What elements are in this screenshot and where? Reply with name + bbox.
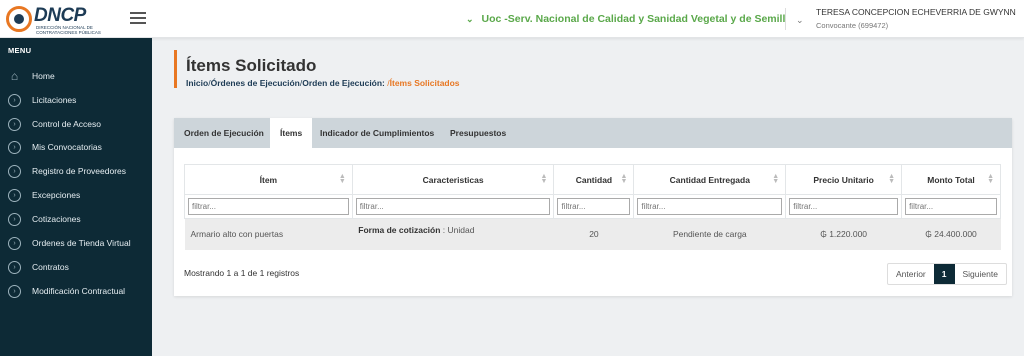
sidebar: MENU ⌂ Home › Licitaciones › Control de Acc… [0, 38, 152, 356]
home-icon: ⌂ [10, 69, 19, 83]
tab-indicador[interactable]: Indicador de Cumplimientos [310, 118, 444, 148]
breadcrumb-orden[interactable]: Orden de Ejecución: [302, 78, 385, 88]
user-name: TERESA CONCEPCION ECHEVERRIA DE GWYNN [816, 7, 1016, 17]
cell-item: Armario alto con puertas [184, 218, 353, 250]
sidebar-item-label: Modificación Contractual [32, 286, 126, 296]
cell-monto: ₲ 24.400.000 [901, 218, 1001, 250]
chevron-down-icon: ⌄ [466, 14, 474, 24]
sidebar-item-licitaciones[interactable]: › Licitaciones [8, 91, 148, 109]
circle-chevron-icon: › [8, 140, 21, 154]
pagination: Anterior 1 Siguiente [887, 263, 1007, 285]
sidebar-item-label: Excepciones [32, 190, 81, 200]
filter-entregada-input[interactable] [637, 198, 783, 215]
filter-item-input[interactable] [188, 198, 349, 215]
tab-items[interactable]: Ítems [270, 118, 313, 148]
sidebar-item-label: Registro de Proveedores [32, 166, 127, 176]
filter-cantidad-input[interactable] [557, 198, 631, 215]
top-bar: DNCP DIRECCIÓN NACIONAL DE CONTRATACIONE… [0, 0, 1024, 38]
circle-chevron-icon: › [8, 188, 21, 202]
col-header-monto-total[interactable]: Monto Total ▲ ▼ [901, 164, 1001, 195]
feature-label: Forma de cotización [358, 225, 441, 235]
sort-icon: ▲ ▼ [540, 173, 548, 185]
tab-bar: Orden de Ejecución Ítems Indicador de Cu… [174, 118, 1012, 148]
prev-page-button[interactable]: Anterior [888, 264, 934, 284]
cell-precio: ₲ 1.220.000 [785, 218, 902, 250]
sort-icon: ▲ ▼ [772, 173, 780, 185]
col-header-cantidad[interactable]: Cantidad ▲ ▼ [553, 164, 635, 195]
sidebar-item-label: Control de Acceso [32, 119, 101, 129]
sidebar-item-mis-convocatorias[interactable]: › Mis Convocatorias [8, 138, 148, 156]
sidebar-item-label: Cotizaciones [32, 214, 81, 224]
sort-icon: ▲ ▼ [987, 173, 994, 185]
filter-monto-input[interactable] [905, 198, 997, 215]
sort-icon: ▲ ▼ [338, 173, 346, 185]
sidebar-item-registro-proveedores[interactable]: › Registro de Proveedores [8, 162, 148, 180]
table-row: Armario alto con puertas Forma de cotiza… [184, 218, 1001, 250]
filter-caracteristicas-input[interactable] [355, 198, 551, 215]
sidebar-item-modificacion[interactable]: › Modificación Contractual [8, 282, 148, 300]
breadcrumb-current: Ítems Solicitados [389, 78, 460, 88]
next-page-button[interactable]: Siguiente [955, 264, 1006, 284]
logo-text: DNCP [34, 5, 86, 26]
sidebar-item-label: Ordenes de Tienda Virtual [32, 238, 131, 248]
header-divider [785, 8, 786, 30]
menu-toggle-icon[interactable] [130, 12, 146, 24]
circle-chevron-icon: › [8, 284, 21, 298]
dncp-logo[interactable]: DNCP DIRECCIÓN NACIONAL DE CONTRATACIONE… [6, 4, 116, 35]
items-card: Orden de Ejecución Ítems Indicador de Cu… [174, 118, 1012, 296]
chevron-down-icon: ⌄ [796, 15, 804, 25]
unit-selector[interactable]: ⌄ Uoc -Serv. Nacional de Calidad y Sanida… [466, 13, 785, 25]
items-table: Ítem ▲ ▼ Caracteristicas ▲ ▼ Cantidad ▲ ▼ Cant… [184, 164, 1001, 250]
sidebar-item-cotizaciones[interactable]: › Cotizaciones [8, 210, 148, 228]
breadcrumb-ordenes[interactable]: Órdenes de Ejecución [211, 78, 300, 88]
col-header-cantidad-entregada[interactable]: Cantidad Entregada ▲ ▼ [633, 164, 787, 195]
page-title: Ítems Solicitado [186, 56, 317, 75]
sidebar-item-control-acceso[interactable]: › Control de Acceso [8, 115, 148, 133]
col-header-precio-unitario[interactable]: Precio Unitario ▲ ▼ [785, 164, 903, 195]
title-accent [174, 50, 177, 88]
table-info: Mostrando 1 a 1 de 1 registros [184, 268, 300, 278]
circle-chevron-icon: › [8, 236, 21, 250]
menu-title: MENU [8, 46, 32, 55]
circle-chevron-icon: › [8, 212, 21, 226]
sidebar-item-label: Mis Convocatorias [32, 142, 102, 152]
page-1-button[interactable]: 1 [933, 264, 955, 284]
cell-cantidad: 20 [553, 218, 634, 250]
sidebar-item-label: Home [32, 71, 55, 81]
filter-precio-input[interactable] [789, 198, 899, 215]
logo-mark-icon [6, 6, 32, 32]
circle-chevron-icon: › [8, 117, 21, 131]
circle-chevron-icon: › [8, 164, 21, 178]
circle-chevron-icon: › [8, 260, 21, 274]
sidebar-item-ordenes-tienda[interactable]: › Ordenes de Tienda Virtual [8, 234, 148, 252]
col-header-item[interactable]: Ítem ▲ ▼ [184, 164, 353, 195]
user-role: Convocante (699472) [816, 21, 889, 30]
tab-orden-ejecucion[interactable]: Orden de Ejecución [174, 118, 274, 148]
circle-chevron-icon: › [8, 93, 21, 107]
sidebar-item-excepciones[interactable]: › Excepciones [8, 186, 148, 204]
sort-icon: ▲ ▼ [888, 173, 896, 185]
sidebar-item-home[interactable]: ⌂ Home [8, 67, 148, 85]
col-header-caracteristicas[interactable]: Caracteristicas ▲ ▼ [351, 164, 555, 195]
sidebar-item-label: Licitaciones [32, 95, 77, 105]
unit-name: Uoc -Serv. Nacional de Calidad y Sanidad… [481, 13, 786, 25]
breadcrumb: Inicio/Órdenes de Ejecución/Orden de Eje… [186, 78, 460, 88]
cell-caracteristicas: Forma de cotización : Unidad [352, 218, 554, 250]
tab-presupuestos[interactable]: Presupuestos [440, 118, 516, 148]
sidebar-item-label: Contratos [32, 262, 69, 272]
cell-entregada: Pendiente de carga [633, 218, 786, 250]
logo-subtitle: DIRECCIÓN NACIONAL DE CONTRATACIONES PÚB… [36, 25, 101, 35]
feature-value: : Unidad [440, 225, 475, 235]
sort-icon: ▲ ▼ [620, 173, 628, 185]
breadcrumb-inicio[interactable]: Inicio [186, 78, 208, 88]
sidebar-item-contratos[interactable]: › Contratos [8, 258, 148, 276]
